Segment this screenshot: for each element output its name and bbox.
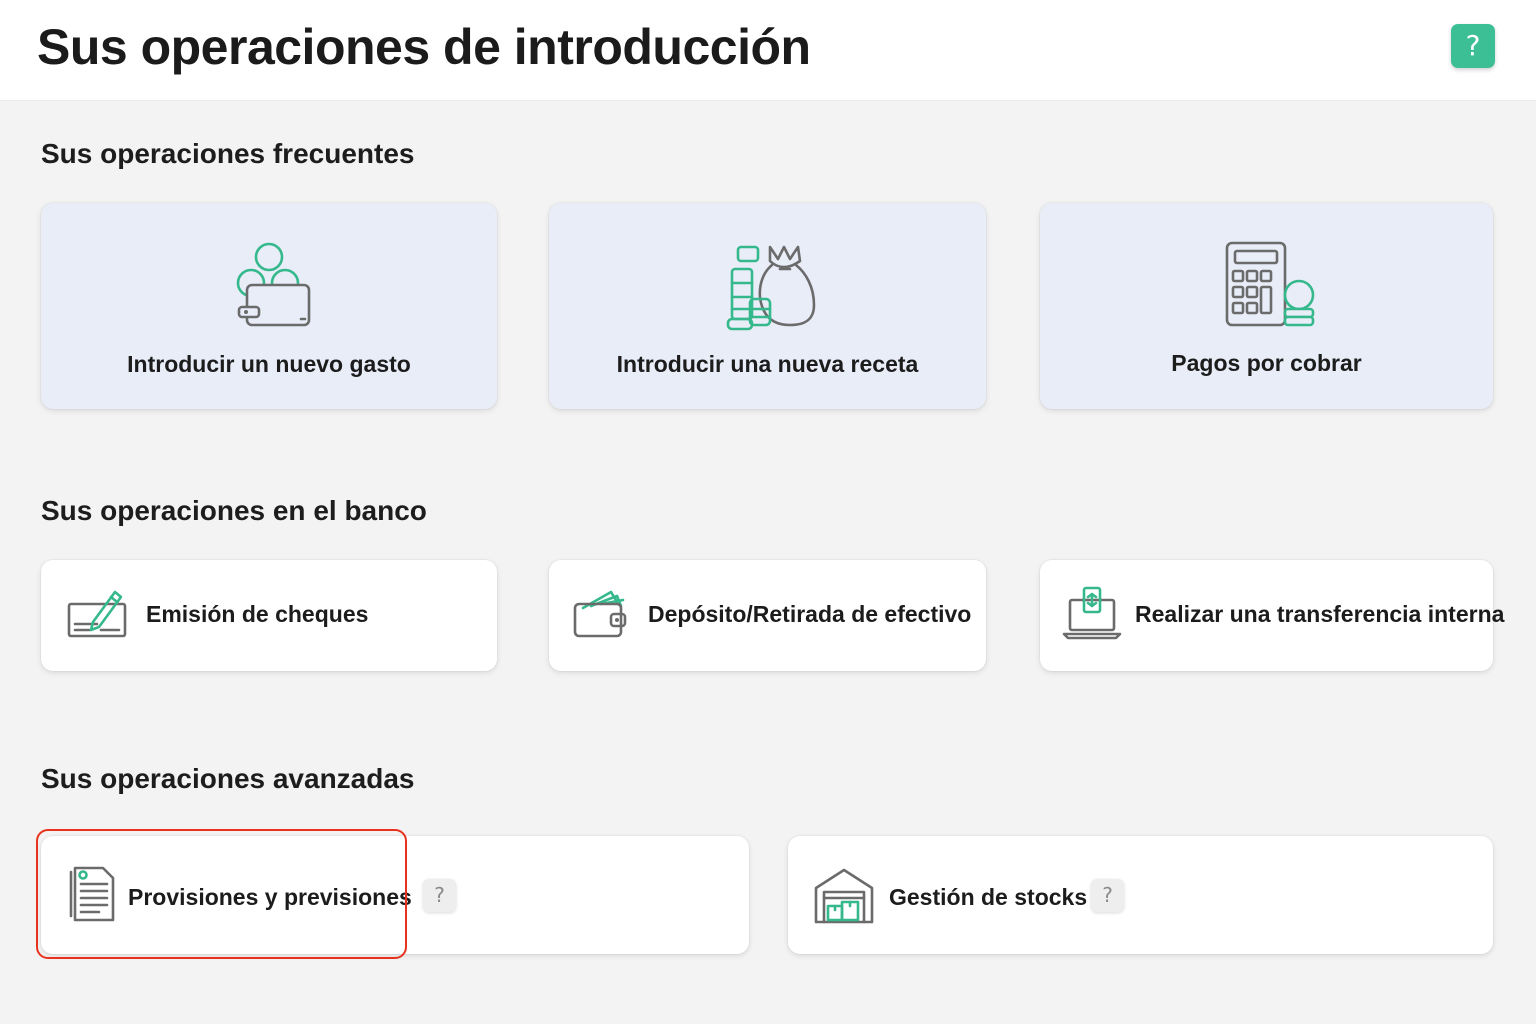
document-list-icon: [69, 866, 115, 922]
header-bar: Sus operaciones de introducción ?: [0, 0, 1536, 101]
issue-checks-label: Emisión de cheques: [146, 601, 369, 627]
new-expense-label: Introducir un nuevo gasto: [127, 351, 411, 377]
section-title-advanced: Sus operaciones avanzadas: [41, 763, 415, 794]
stock-help-button[interactable]: ?: [1091, 879, 1124, 912]
page-title: Sus operaciones de introducción: [37, 19, 811, 75]
calculator-coins-icon: [1225, 241, 1314, 327]
section-title-bank: Sus operaciones en el banco: [41, 495, 427, 526]
wallet-coins-icon: [236, 242, 311, 327]
help-button[interactable]: ?: [1451, 24, 1495, 68]
cash-deposit-withdrawal-card[interactable]: Depósito/Retirada de efectivo: [549, 560, 986, 671]
check-pen-icon: [67, 590, 127, 638]
stock-management-label: Gestión de stocks: [889, 884, 1088, 910]
new-receipt-card[interactable]: Introducir una nueva receta: [549, 203, 986, 409]
section-title-frequent: Sus operaciones frecuentes: [41, 138, 415, 169]
wallet-cash-icon: [573, 590, 627, 638]
money-bag-coins-icon: [726, 245, 815, 331]
provisions-forecasts-label: Provisiones y previsiones: [128, 884, 412, 910]
new-receipt-label: Introducir una nueva receta: [616, 351, 919, 377]
warehouse-icon: [814, 868, 874, 924]
cash-deposit-withdrawal-label: Depósito/Retirada de efectivo: [648, 601, 972, 627]
laptop-transfer-icon: [1062, 586, 1122, 640]
provisions-forecasts-card[interactable]: Provisiones y previsiones ?: [41, 836, 749, 954]
issue-checks-card[interactable]: Emisión de cheques: [41, 560, 497, 671]
pending-payments-label: Pagos por cobrar: [1171, 350, 1362, 376]
provisions-help-button[interactable]: ?: [423, 879, 456, 912]
new-expense-card[interactable]: Introducir un nuevo gasto: [41, 203, 497, 409]
internal-transfer-label: Realizar una transferencia interna: [1135, 601, 1505, 627]
pending-payments-card[interactable]: Pagos por cobrar: [1040, 203, 1493, 409]
internal-transfer-card[interactable]: Realizar una transferencia interna: [1040, 560, 1504, 671]
stock-management-card[interactable]: Gestión de stocks ?: [788, 836, 1493, 954]
